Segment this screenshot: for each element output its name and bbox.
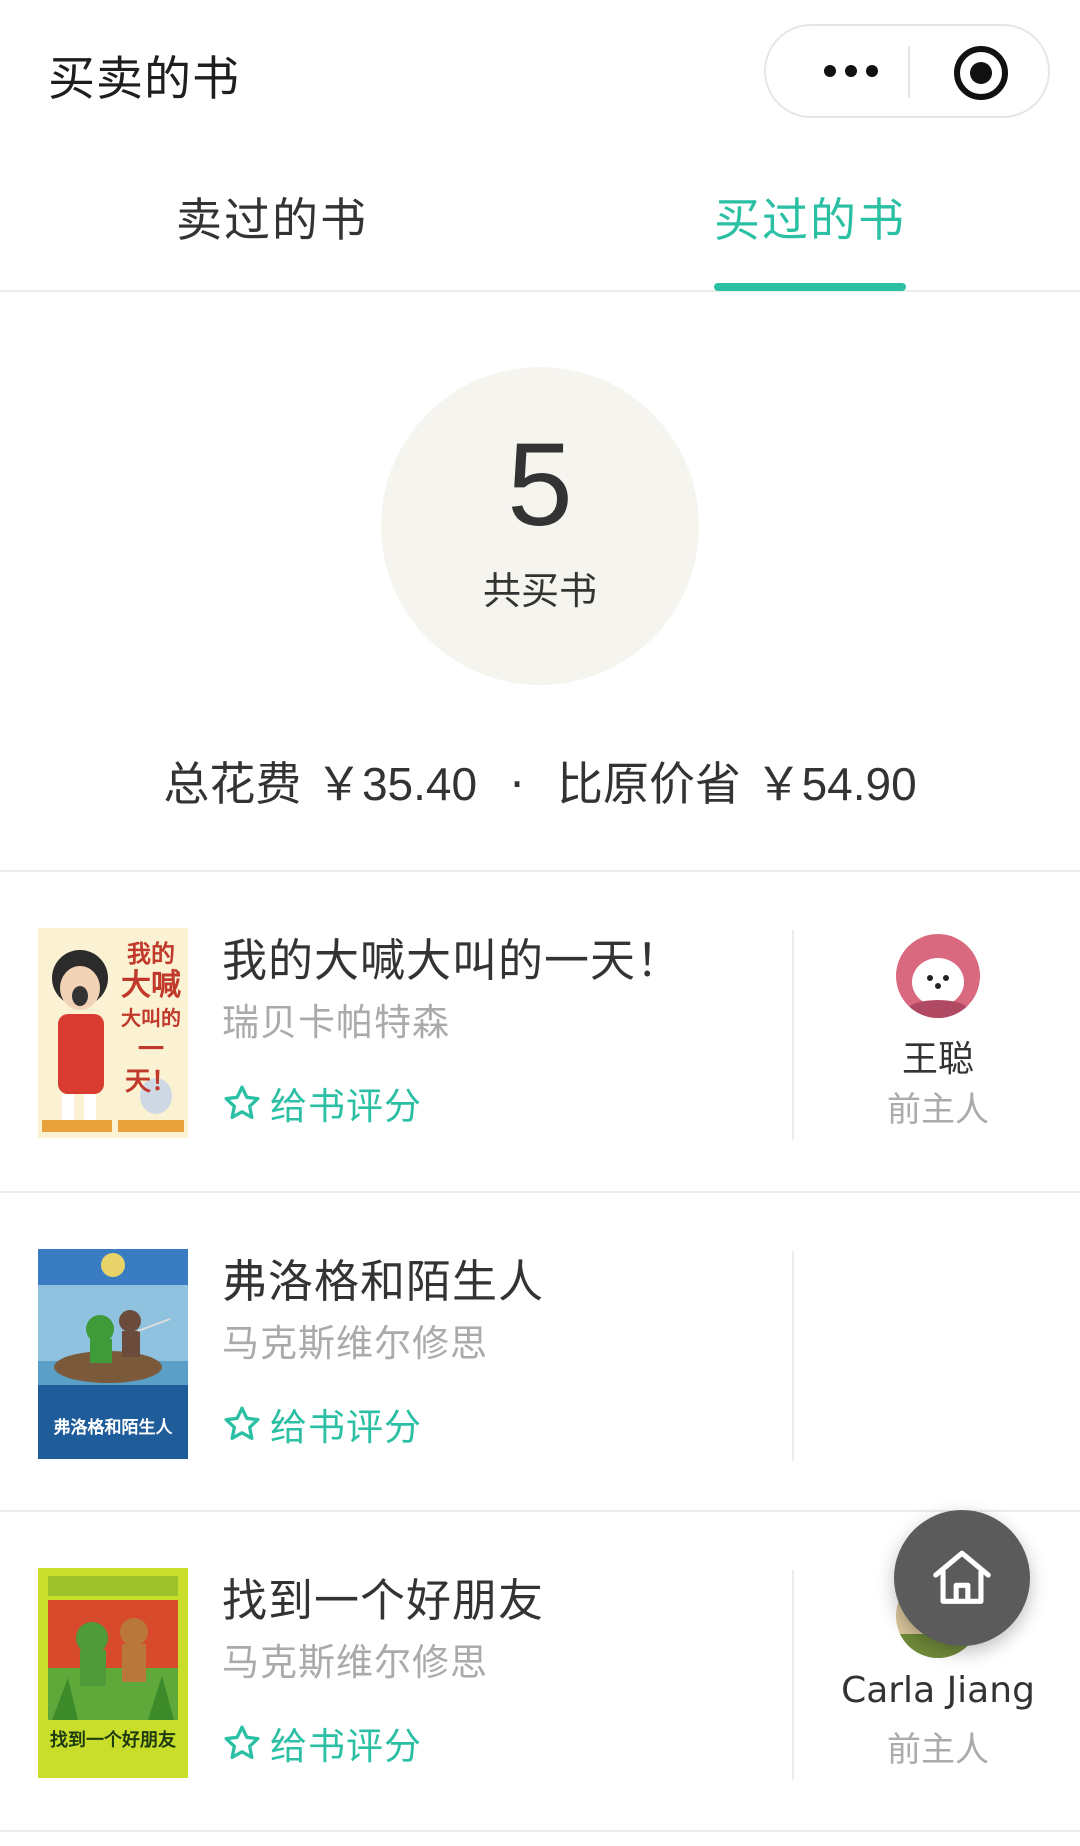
- tab-bought-books[interactable]: 买过的书: [714, 184, 906, 250]
- rate-book-button[interactable]: 给书评分: [222, 1080, 422, 1128]
- owner-name: Carla Jiang: [841, 1670, 1035, 1711]
- cover-text: 弗洛格和陌生人: [53, 1418, 173, 1438]
- row-separator: [0, 1830, 1080, 1832]
- more-dots-icon[interactable]: [806, 26, 896, 116]
- rate-book-label: 给书评分: [270, 1085, 422, 1128]
- total-spent-value: ￥35.40: [315, 758, 478, 810]
- cover-text: 大喊: [121, 968, 181, 1003]
- star-icon: [224, 1725, 260, 1759]
- rate-book-button[interactable]: 给书评分: [222, 1720, 422, 1768]
- book-title[interactable]: 找到一个好朋友: [222, 1564, 544, 1629]
- rate-book-button[interactable]: 给书评分: [222, 1401, 422, 1449]
- star-icon: [224, 1085, 260, 1119]
- owner-name: 王聪: [901, 1039, 974, 1080]
- book-cover[interactable]: 弗洛格和陌生人: [38, 1249, 188, 1459]
- book-author: 马克斯维尔修思: [222, 1322, 488, 1365]
- row-divider: [792, 1251, 794, 1461]
- avatar[interactable]: [896, 934, 980, 1018]
- tab-sold-books[interactable]: 卖过的书: [176, 184, 368, 250]
- star-icon: [224, 1406, 260, 1440]
- row-divider: [792, 1570, 794, 1780]
- saved-value: ￥54.90: [755, 758, 917, 810]
- cover-text: 大叫的: [121, 1006, 181, 1030]
- home-icon: [933, 1550, 991, 1604]
- menu-capsule: [764, 24, 1050, 118]
- book-cover[interactable]: 找到一个好朋友: [38, 1568, 188, 1778]
- active-tab-indicator: [714, 283, 906, 291]
- cover-text: 一天！: [124, 1035, 177, 1097]
- home-button[interactable]: [894, 1510, 1030, 1646]
- book-row[interactable]: 我的 大喊 大叫的 一天！ 我的大喊大叫的一天！ 瑞贝卡帕特森 给书评分 王聪 …: [0, 872, 1080, 1190]
- tab-bar: 卖过的书 买过的书: [0, 168, 1080, 292]
- book-title[interactable]: 我的大喊大叫的一天！: [222, 924, 682, 989]
- total-spent-label: 总花费: [163, 757, 302, 811]
- row-divider: [792, 930, 794, 1140]
- cover-text: 我的: [127, 939, 175, 968]
- nav-bar: 买卖的书: [0, 0, 1080, 140]
- rate-book-label: 给书评分: [270, 1406, 422, 1449]
- purchase-count: 5: [507, 419, 573, 551]
- owner-role: 前主人: [887, 1090, 989, 1130]
- book-title[interactable]: 弗洛格和陌生人: [222, 1245, 544, 1310]
- saved-label: 比原价省: [556, 757, 741, 811]
- book-row[interactable]: 弗洛格和陌生人 弗洛格和陌生人 马克斯维尔修思 给书评分: [0, 1193, 1080, 1511]
- page-title: 买卖的书: [48, 52, 240, 107]
- book-cover[interactable]: 我的 大喊 大叫的 一天！: [38, 928, 188, 1138]
- previous-owner[interactable]: 王聪 前主人: [796, 934, 1080, 1134]
- purchase-count-circle: 5 共买书: [381, 367, 699, 685]
- rate-book-label: 给书评分: [270, 1725, 422, 1768]
- purchase-count-label: 共买书: [482, 569, 597, 613]
- book-author: 马克斯维尔修思: [222, 1641, 488, 1684]
- target-close-icon[interactable]: [954, 46, 1008, 100]
- stats-separator: ·: [509, 757, 525, 811]
- spending-stats: 总花费 ￥35.40 · 比原价省 ￥54.90: [0, 748, 1080, 814]
- book-author: 瑞贝卡帕特森: [222, 1001, 450, 1044]
- owner-role: 前主人: [887, 1730, 989, 1770]
- capsule-divider: [908, 46, 910, 98]
- cover-text: 找到一个好朋友: [50, 1730, 176, 1751]
